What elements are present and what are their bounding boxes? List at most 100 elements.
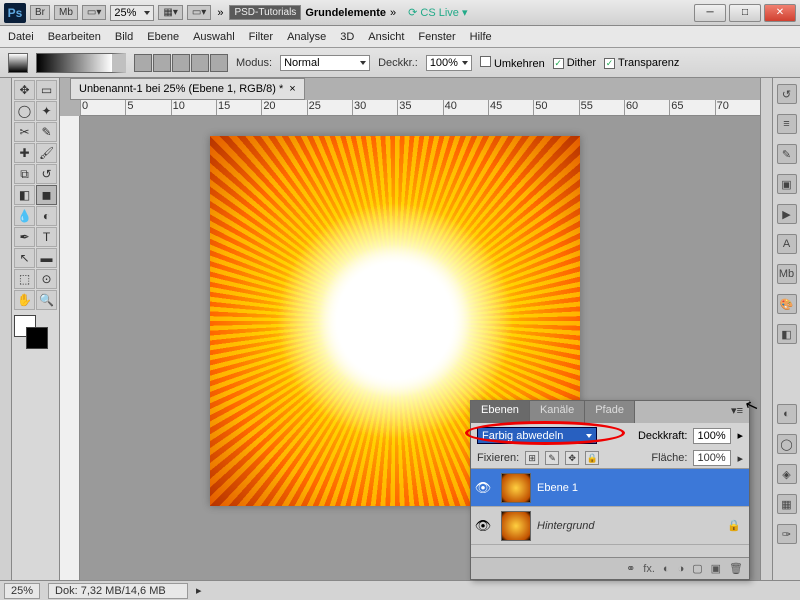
transparency-check[interactable]: ✓Transparenz xyxy=(604,57,679,69)
cslive[interactable]: ⟳ CS Live ▾ xyxy=(408,6,467,19)
layer-hintergrund[interactable]: 👁 Hintergrund 🔒 xyxy=(471,507,749,545)
menu-hilfe[interactable]: Hilfe xyxy=(470,31,492,43)
tab-pfade[interactable]: Pfade xyxy=(585,401,635,423)
brush-panel-icon[interactable]: ✎ xyxy=(777,144,797,164)
bridge-button[interactable]: Br xyxy=(30,5,50,20)
left-dock-strip[interactable] xyxy=(0,78,12,600)
layer-thumb[interactable] xyxy=(501,511,531,541)
close-button[interactable]: ✕ xyxy=(764,4,796,22)
right-dock-strip[interactable] xyxy=(760,78,772,600)
move-tool[interactable]: ✥ xyxy=(14,80,35,100)
gradient-tool[interactable]: ◼ xyxy=(36,185,57,205)
status-arrow-icon[interactable]: ▸ xyxy=(196,584,202,597)
gradient-picker[interactable] xyxy=(36,53,126,73)
menu-ebene[interactable]: Ebene xyxy=(147,31,179,43)
mask-icon[interactable]: ◯ xyxy=(777,434,797,454)
mb-icon[interactable]: Mb xyxy=(777,264,797,284)
dither-check[interactable]: ✓Dither xyxy=(553,57,596,69)
minibridge-button[interactable]: Mb xyxy=(54,5,78,20)
play-icon[interactable]: ▶ xyxy=(777,204,797,224)
reverse-check[interactable]: Umkehren xyxy=(480,56,545,70)
heal-tool[interactable]: ✚ xyxy=(14,143,35,163)
lock-paint-icon[interactable]: ✎ xyxy=(545,451,559,465)
group-icon[interactable]: ▢ xyxy=(692,562,702,575)
menu-ansicht[interactable]: Ansicht xyxy=(368,31,404,43)
adjustment-icon[interactable]: ◑ xyxy=(678,563,685,575)
type-tool[interactable]: T xyxy=(36,227,57,247)
tool-preset[interactable] xyxy=(8,53,28,73)
menu-auswahl[interactable]: Auswahl xyxy=(193,31,235,43)
maximize-button[interactable]: □ xyxy=(729,4,761,22)
3d-tool[interactable]: ⬚ xyxy=(14,269,35,289)
history-brush-tool[interactable]: ↺ xyxy=(36,164,57,184)
dodge-tool[interactable]: ◐ xyxy=(36,206,57,226)
blur-tool[interactable]: 💧 xyxy=(14,206,35,226)
document-tab[interactable]: Unbenannt-1 bei 25% (Ebene 1, RGB/8) * × xyxy=(70,78,305,100)
mask-add-icon[interactable]: ◐ xyxy=(663,563,670,575)
styles-icon[interactable]: ◧ xyxy=(777,324,797,344)
shape-tool[interactable]: ▬ xyxy=(36,248,57,268)
layer-thumb[interactable] xyxy=(501,473,531,503)
visibility-icon[interactable]: 👁 xyxy=(471,480,495,496)
channels-icon[interactable]: ▦ xyxy=(777,494,797,514)
layer-name[interactable]: Ebene 1 xyxy=(537,482,749,494)
marquee-tool[interactable]: ▭ xyxy=(36,80,57,100)
layer-opacity-input[interactable]: 100% xyxy=(693,428,731,444)
pen-tool[interactable]: ✒ xyxy=(14,227,35,247)
fill-input[interactable]: 100% xyxy=(693,450,731,466)
status-doc[interactable]: Dok: 7,32 MB/14,6 MB xyxy=(48,583,188,599)
menu-bearbeiten[interactable]: Bearbeiten xyxy=(48,31,101,43)
extras-button[interactable]: ▭▾ xyxy=(187,5,211,20)
workspace-label[interactable]: Grundelemente xyxy=(305,7,386,19)
layers-panel[interactable]: Ebenen Kanäle Pfade ▾≡ Farbig abwedeln D… xyxy=(470,400,750,580)
menu-fenster[interactable]: Fenster xyxy=(418,31,455,43)
wand-tool[interactable]: ✦ xyxy=(36,101,57,121)
path-tool[interactable]: ↖ xyxy=(14,248,35,268)
adjust-icon[interactable]: ◐ xyxy=(777,404,797,424)
status-zoom[interactable]: 25% xyxy=(4,583,40,599)
arrange-button[interactable]: ▦▾ xyxy=(158,5,182,20)
blend-mode-select[interactable]: Farbig abwedeln xyxy=(477,427,597,444)
char-icon[interactable]: A xyxy=(777,234,797,254)
opacity-input[interactable]: 100% xyxy=(426,55,472,71)
lock-move-icon[interactable]: ✥ xyxy=(565,451,579,465)
zoom-tool[interactable]: 🔍 xyxy=(36,290,57,310)
trash-icon[interactable]: 🗑 xyxy=(729,562,743,575)
swatches-icon[interactable]: 🎨 xyxy=(777,294,797,314)
menu-bild[interactable]: Bild xyxy=(115,31,133,43)
fill-arrow-icon[interactable]: ▸ xyxy=(737,452,743,465)
tab-kanale[interactable]: Kanäle xyxy=(530,401,585,423)
layers-icon[interactable]: ◈ xyxy=(777,464,797,484)
actions-icon[interactable]: ≡ xyxy=(777,114,797,134)
lasso-tool[interactable]: ◯ xyxy=(14,101,35,121)
opacity-arrow-icon[interactable]: ▸ xyxy=(737,429,743,442)
paths-icon[interactable]: ✑ xyxy=(777,524,797,544)
eyedropper-tool[interactable]: ✎ xyxy=(36,122,57,142)
tab-ebenen[interactable]: Ebenen xyxy=(471,401,530,423)
tutorials-button[interactable]: PSD-Tutorials xyxy=(229,5,301,20)
hand-tool[interactable]: ✋ xyxy=(14,290,35,310)
menu-datei[interactable]: Datei xyxy=(8,31,34,43)
menu-analyse[interactable]: Analyse xyxy=(287,31,326,43)
zoom-select[interactable]: 25% xyxy=(110,5,154,21)
new-layer-icon[interactable]: ▣ xyxy=(711,562,721,575)
mode-select[interactable]: Normal xyxy=(280,55,370,71)
stamp-tool[interactable]: ⧉ xyxy=(14,164,35,184)
camera-tool[interactable]: ⊙ xyxy=(36,269,57,289)
minimize-button[interactable]: ─ xyxy=(694,4,726,22)
color-swatches[interactable] xyxy=(14,315,54,355)
menu-filter[interactable]: Filter xyxy=(249,31,273,43)
clone-icon[interactable]: ▣ xyxy=(777,174,797,194)
menu-3d[interactable]: 3D xyxy=(340,31,354,43)
lock-all-icon[interactable]: 🔒 xyxy=(585,451,599,465)
link-icon[interactable]: ⚭ xyxy=(626,562,635,575)
gradient-types[interactable] xyxy=(134,54,228,72)
layer-name[interactable]: Hintergrund xyxy=(537,520,727,532)
lock-trans-icon[interactable]: ⊞ xyxy=(525,451,539,465)
brush-tool[interactable]: 🖌 xyxy=(36,143,57,163)
tab-close-icon[interactable]: × xyxy=(289,83,295,95)
eraser-tool[interactable]: ◧ xyxy=(14,185,35,205)
screen-mode-button[interactable]: ▭▾ xyxy=(82,5,106,20)
crop-tool[interactable]: ✂ xyxy=(14,122,35,142)
visibility-icon[interactable]: 👁 xyxy=(471,518,495,534)
